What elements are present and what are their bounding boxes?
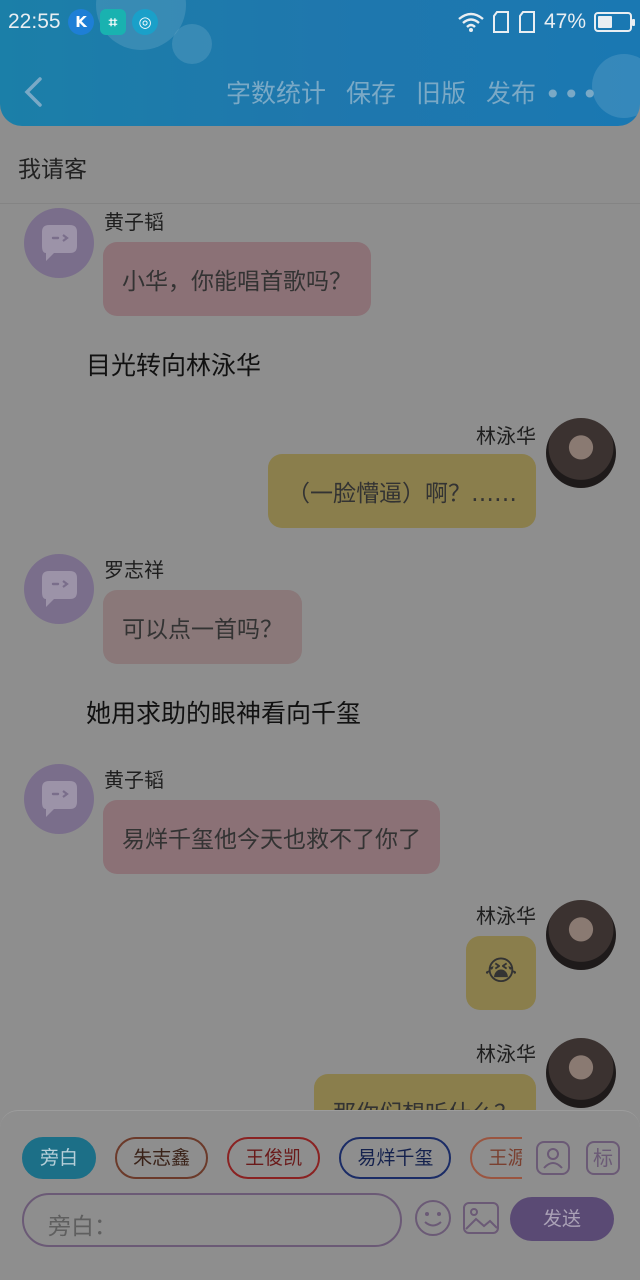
word-count-button[interactable]: 字数统计 — [226, 74, 326, 110]
chat-bubble-face-icon — [42, 225, 77, 261]
input-panel: 旁白 朱志鑫 王俊凯 易烊千玺 王源 标 旁白： 发送 — [0, 1110, 640, 1280]
story-title-bar: 我请客 — [0, 126, 640, 204]
message-right[interactable]: 林泳华 😭 — [0, 896, 640, 1016]
person-icon — [543, 1148, 563, 1169]
chat-bubble-face-icon — [42, 781, 77, 817]
crying-emoji-icon: 😭 — [484, 954, 518, 987]
sender-name: 林泳华 — [476, 424, 536, 448]
message-bubble[interactable]: （一脸懵逼）啊？…… — [268, 454, 536, 528]
user-avatar — [546, 418, 616, 488]
basketball-app-icon: ◎ — [132, 9, 158, 35]
send-button[interactable]: 发送 — [510, 1197, 614, 1241]
chip-narration[interactable]: 旁白 — [22, 1137, 97, 1179]
scanner-app-icon: ⌗ — [100, 9, 126, 35]
emoji-picker-icon[interactable] — [414, 1199, 452, 1237]
narration-text[interactable]: 目光转向林泳华 — [86, 346, 261, 382]
chip-character[interactable]: 王源 — [470, 1137, 522, 1179]
status-time: 22:55 — [8, 10, 61, 33]
message-bubble[interactable]: 易烊千玺他今天也救不了你了 — [103, 800, 440, 874]
chip-character[interactable]: 易烊千玺 — [339, 1137, 452, 1179]
add-character-button[interactable] — [536, 1141, 570, 1175]
chat-bot-avatar — [24, 554, 94, 624]
message-left[interactable]: 黄子韬 易烊千玺他今天也救不了你了 — [0, 760, 640, 880]
status-bar: 22:55 K ⌗ ◎ 47% — [0, 0, 640, 44]
sim1-icon — [492, 11, 509, 33]
chat-bubble-face-icon — [42, 571, 77, 607]
sender-name: 林泳华 — [476, 904, 536, 928]
wifi-icon — [458, 12, 484, 32]
sender-name: 林泳华 — [476, 1042, 536, 1066]
chat-area[interactable]: 黄子韬 小华，你能唱首歌吗？ 目光转向林泳华 林泳华 （一脸懵逼）啊？…… 罗志… — [0, 204, 640, 1110]
battery-level — [598, 16, 613, 28]
back-arrow-icon[interactable] — [20, 76, 48, 108]
app-header: 22:55 K ⌗ ◎ 47% 字数统计 保存 旧版 发布 ••• — [0, 0, 640, 126]
message-left[interactable]: 罗志祥 可以点一首吗？ — [0, 550, 640, 670]
narration-text[interactable]: 她用求助的眼神看向千玺 — [86, 694, 361, 730]
k-app-icon: K — [68, 9, 94, 35]
chat-bot-avatar — [24, 764, 94, 834]
message-bubble[interactable]: 小华，你能唱首歌吗？ — [103, 242, 371, 316]
chip-character[interactable]: 朱志鑫 — [115, 1137, 209, 1179]
publish-button[interactable]: 发布 — [486, 74, 536, 110]
tag-icon: 标 — [593, 1146, 613, 1170]
battery-percent: 47% — [543, 10, 586, 33]
user-avatar — [546, 1038, 616, 1108]
more-options-icon[interactable]: ••• — [544, 78, 600, 111]
sender-name: 黄子韬 — [104, 768, 164, 792]
tag-button[interactable]: 标 — [586, 1141, 620, 1175]
sender-name: 黄子韬 — [104, 210, 164, 234]
chat-bot-avatar — [24, 208, 94, 278]
battery-icon — [594, 12, 635, 32]
save-button[interactable]: 保存 — [346, 74, 396, 110]
emoji-bubble[interactable]: 😭 — [466, 936, 536, 1010]
sim2-icon — [518, 11, 535, 33]
message-right[interactable]: 林泳华 （一脸懵逼）啊？…… — [0, 414, 640, 534]
chip-character[interactable]: 王俊凯 — [227, 1137, 321, 1179]
message-bubble[interactable]: 可以点一首吗？ — [103, 590, 302, 664]
user-avatar — [546, 900, 616, 970]
message-right[interactable]: 林泳华 那你们想听什么？ — [0, 1034, 640, 1110]
sender-name: 罗志祥 — [104, 558, 164, 582]
nav-actions: 字数统计 保存 旧版 发布 — [226, 74, 536, 110]
message-left[interactable]: 黄子韬 小华，你能唱首歌吗？ — [0, 204, 640, 324]
status-right: 47% — [458, 10, 635, 34]
message-input[interactable]: 旁白： — [22, 1193, 402, 1247]
message-bubble[interactable]: 那你们想听什么？ — [314, 1074, 536, 1110]
character-chips: 旁白 朱志鑫 王俊凯 易烊千玺 王源 — [22, 1137, 522, 1181]
old-version-button[interactable]: 旧版 — [416, 74, 466, 110]
image-picker-icon[interactable] — [462, 1199, 500, 1237]
story-title[interactable]: 我请客 — [18, 150, 87, 184]
